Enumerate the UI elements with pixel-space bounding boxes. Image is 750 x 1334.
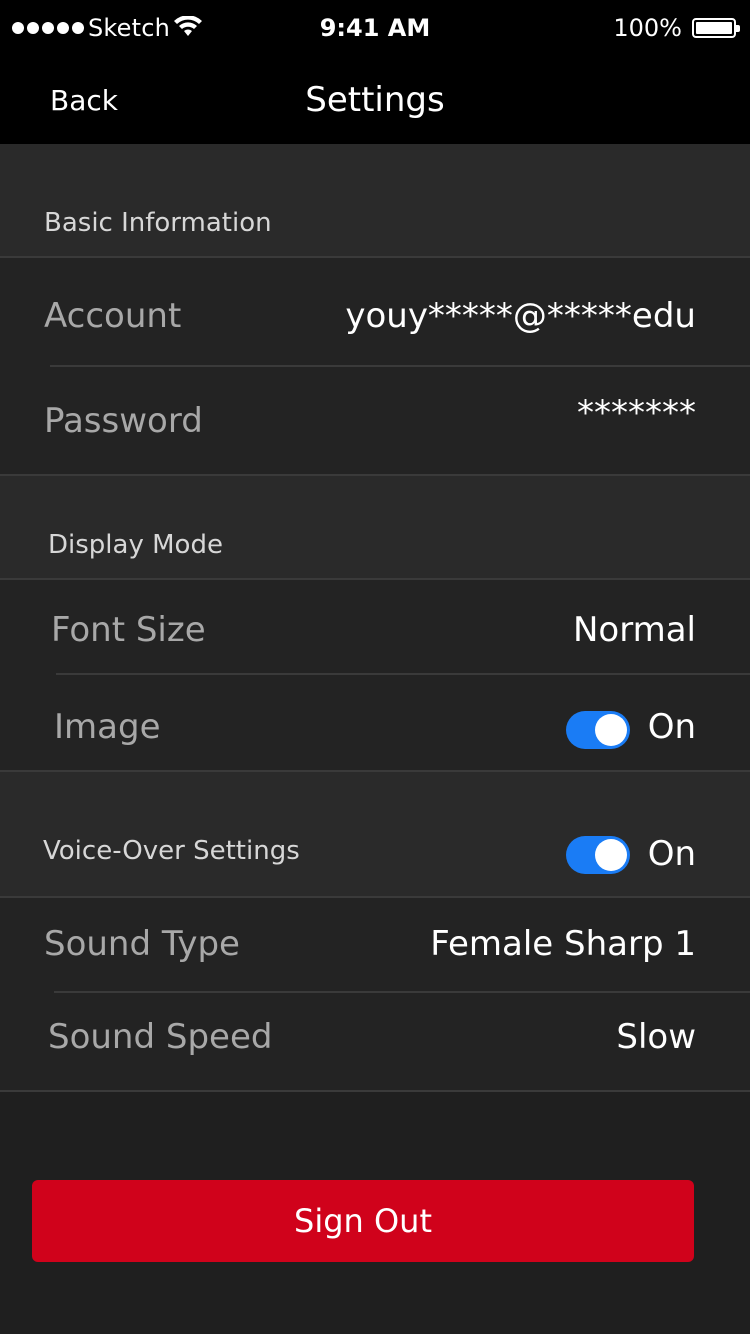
- sound-speed-label: Sound Speed: [48, 1017, 273, 1057]
- top-bar: Sketch 9:41 AM 100% Back Settings: [0, 0, 750, 144]
- battery-percent: 100%: [613, 14, 682, 42]
- section-header-basic-information: Basic Information: [0, 144, 750, 256]
- basic-information-group: Account youy*****@*****edu Password ****…: [0, 256, 750, 476]
- account-row[interactable]: Account youy*****@*****edu: [0, 258, 750, 366]
- status-bar: Sketch 9:41 AM 100%: [0, 0, 750, 56]
- password-row[interactable]: Password *******: [0, 367, 750, 474]
- section-title: Basic Information: [44, 208, 272, 238]
- sound-speed-row[interactable]: Sound Speed Slow: [0, 993, 750, 1090]
- image-toggle[interactable]: [566, 711, 630, 749]
- battery-icon: [692, 18, 740, 38]
- font-size-row[interactable]: Font Size Normal: [0, 580, 750, 674]
- section-title: Voice-Over Settings: [43, 836, 300, 866]
- voice-over-group: Sound Type Female Sharp 1 Sound Speed Sl…: [0, 896, 750, 1092]
- page-title: Settings: [305, 80, 445, 120]
- toggle-knob: [595, 839, 627, 871]
- voice-over-toggle-label: On: [647, 834, 696, 874]
- account-value: youy*****@*****edu: [345, 296, 696, 336]
- sound-speed-value: Slow: [616, 1017, 696, 1057]
- font-size-value: Normal: [572, 610, 696, 650]
- image-row: Image On: [0, 675, 750, 770]
- section-header-display-mode: Display Mode: [0, 476, 750, 578]
- sign-out-button[interactable]: Sign Out: [32, 1180, 694, 1262]
- section-title: Display Mode: [48, 530, 223, 560]
- password-value: *******: [577, 393, 696, 433]
- section-header-voice-over: Voice-Over Settings On: [0, 772, 750, 896]
- sound-type-value: Female Sharp 1: [430, 924, 696, 964]
- image-label: Image: [54, 707, 161, 747]
- navigation-bar: Back Settings: [0, 56, 750, 144]
- display-mode-group: Font Size Normal Image On: [0, 578, 750, 772]
- font-size-label: Font Size: [51, 610, 206, 650]
- account-label: Account: [44, 296, 182, 336]
- sound-type-label: Sound Type: [44, 924, 240, 964]
- voice-over-toggle[interactable]: [566, 836, 630, 874]
- password-label: Password: [44, 401, 203, 441]
- image-toggle-label: On: [647, 707, 696, 747]
- sound-type-row[interactable]: Sound Type Female Sharp 1: [0, 898, 750, 992]
- toggle-knob: [595, 714, 627, 746]
